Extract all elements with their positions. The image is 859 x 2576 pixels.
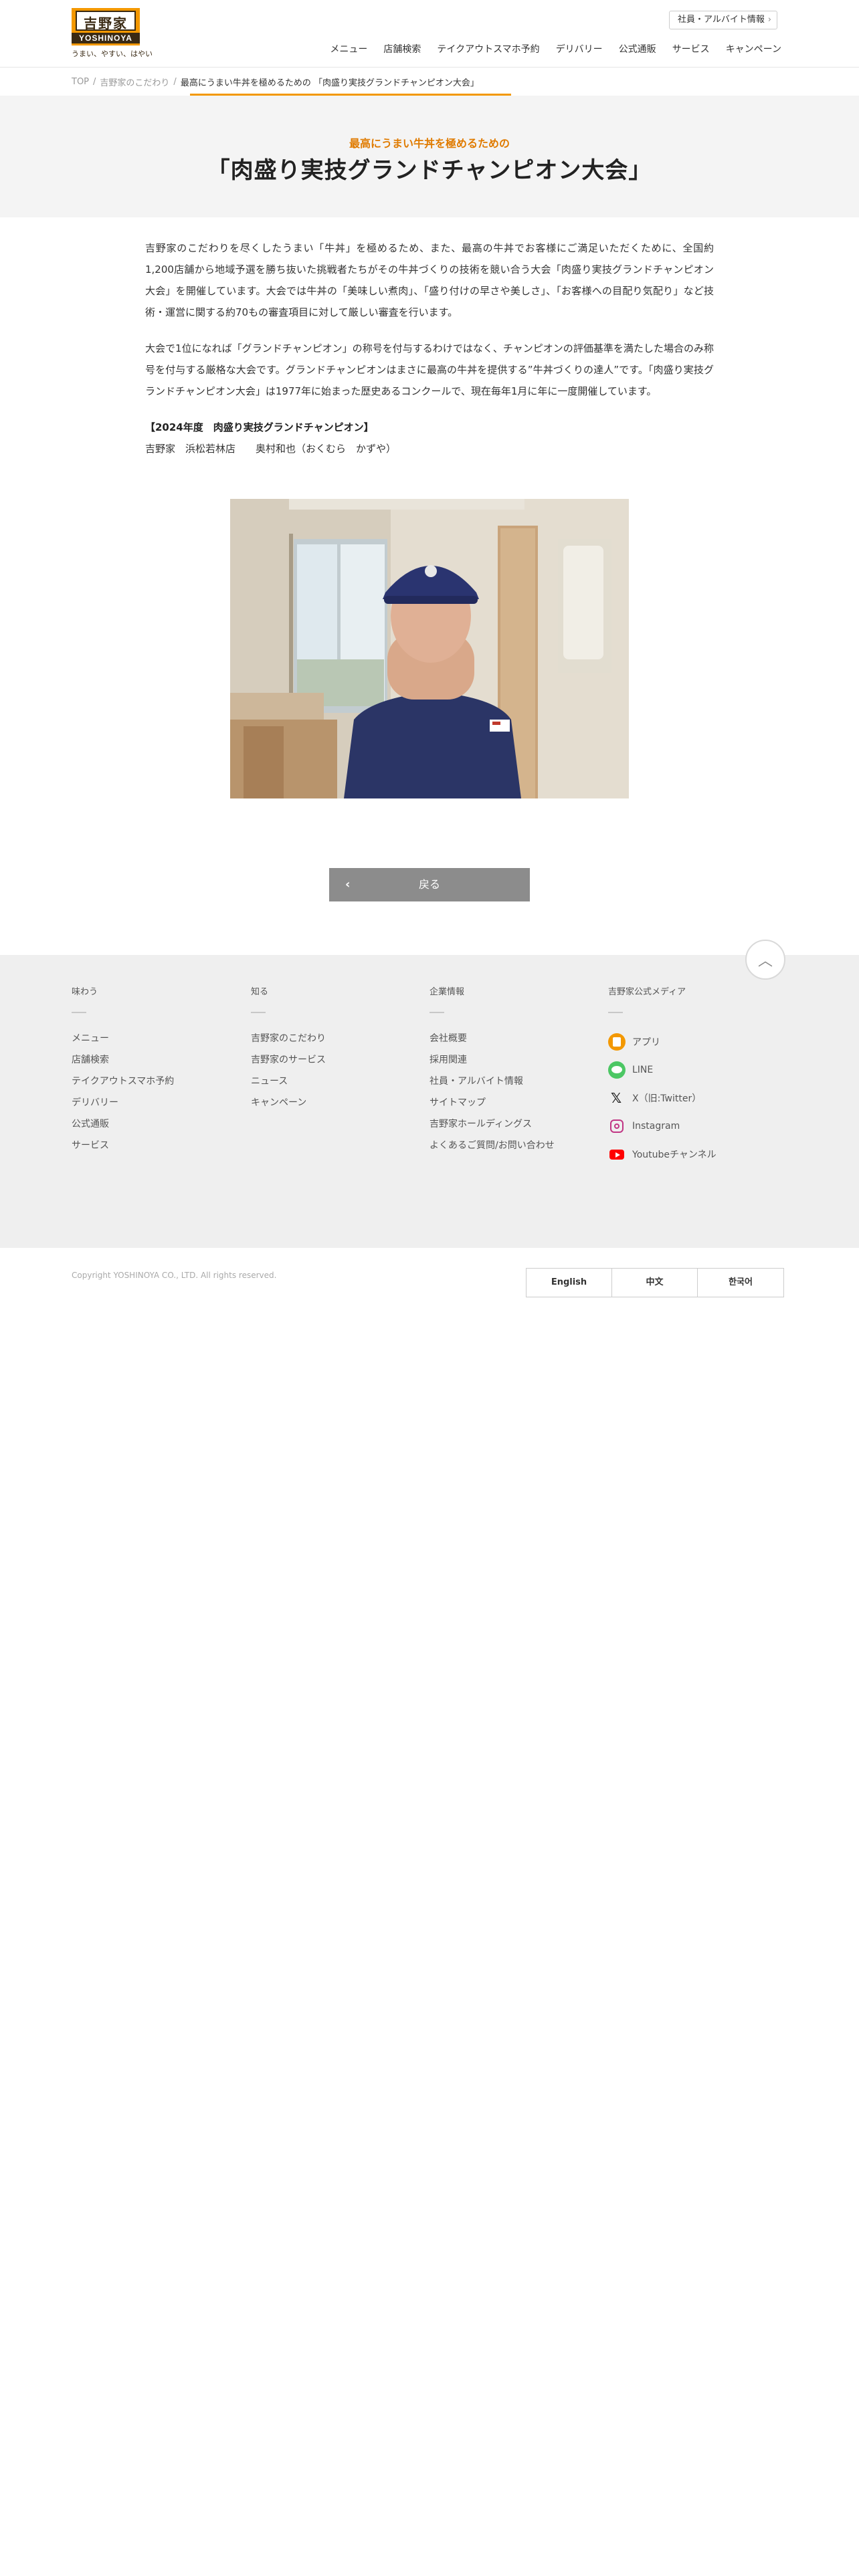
- language-chinese[interactable]: 中文: [612, 1269, 698, 1297]
- footer-link-store-search[interactable]: 店舗検索: [72, 1049, 174, 1071]
- logo-kanji: 吉野家: [84, 15, 128, 31]
- youtube-icon: [608, 1146, 626, 1163]
- yoshinoya-logo[interactable]: 吉野家 YOSHINOYA うまい、やすい、はやい: [72, 8, 153, 60]
- nav-delivery[interactable]: デリバリー: [548, 41, 611, 58]
- footer-link-faq[interactable]: よくあるご質問/お問い合わせ: [430, 1135, 555, 1156]
- logo-badge: 吉野家 YOSHINOYA: [72, 8, 140, 45]
- page-subtitle: 最高にうまい牛丼を極めるための: [349, 137, 510, 150]
- champion-photo: [230, 499, 629, 798]
- nav-menu[interactable]: メニュー: [322, 41, 375, 58]
- footer-link-recruiting[interactable]: 採用関連: [430, 1049, 555, 1071]
- footer-heading-divider: [430, 1012, 444, 1013]
- footer-media-instagram[interactable]: Instagram: [608, 1112, 717, 1140]
- champion-name: 吉野家 浜松若林店 奥村和也（おくむら かずや）: [145, 443, 397, 455]
- recruit-info-label: 社員・アルバイト情報: [678, 15, 765, 25]
- footer-column-heading: 企業情報: [430, 987, 465, 997]
- breadcrumb-separator: /: [173, 76, 177, 87]
- footer-column-know: 知る 吉野家のこだわり 吉野家のサービス ニュース キャンペーン: [251, 984, 326, 1113]
- footer-media-label: Instagram: [632, 1121, 680, 1132]
- footer-heading-divider: [608, 1012, 623, 1013]
- logo-english: YOSHINOYA: [72, 33, 140, 43]
- line-icon: [608, 1061, 626, 1079]
- app-icon: [608, 1033, 626, 1051]
- footer-link-campaign[interactable]: キャンペーン: [251, 1092, 326, 1113]
- breadcrumb-current: 最高にうまい牛丼を極めるための 「肉盛り実技グランドチャンピオン大会」: [180, 78, 479, 88]
- logo-kanji-plate: 吉野家: [76, 11, 136, 31]
- back-button[interactable]: ‹ 戻る: [329, 868, 530, 901]
- page-top-button[interactable]: ︿: [745, 940, 785, 980]
- nav-service[interactable]: サービス: [664, 41, 718, 58]
- footer-column-media: 吉野家公式メディア アプリ LINE 𝕏 X（旧:Twitter） Instag…: [608, 984, 717, 1168]
- footer-media-line[interactable]: LINE: [608, 1056, 717, 1084]
- article-paragraph: 吉野家のこだわりを尽くしたうまい「牛丼」を極めるため、また、最高の牛丼でお客様に…: [145, 242, 714, 318]
- footer-link-services[interactable]: 吉野家のサービス: [251, 1049, 326, 1071]
- footer-media-x[interactable]: 𝕏 X（旧:Twitter）: [608, 1084, 717, 1112]
- x-icon: 𝕏: [611, 1090, 622, 1106]
- chevron-right-icon: ›: [767, 15, 771, 25]
- footer-media-label: アプリ: [632, 1037, 660, 1048]
- footer-link-company-profile[interactable]: 会社概要: [430, 1028, 555, 1049]
- footer-media-label: X（旧:Twitter）: [632, 1093, 702, 1104]
- footer-link-delivery[interactable]: デリバリー: [72, 1092, 174, 1113]
- breadcrumb: TOP / 吉野家のこだわり / 最高にうまい牛丼を極めるための 「肉盛り実技グ…: [72, 70, 479, 94]
- breadcrumb-commitment[interactable]: 吉野家のこだわり: [100, 76, 169, 88]
- site-header: 吉野家 YOSHINOYA うまい、やすい、はやい 社員・アルバイト情報 › メ…: [0, 0, 859, 67]
- breadcrumb-separator: /: [93, 76, 96, 87]
- footer-column-heading: 吉野家公式メディア: [608, 987, 686, 997]
- footer-link-online-shop[interactable]: 公式通販: [72, 1113, 174, 1135]
- article-body: 吉野家のこだわりを尽くしたうまい「牛丼」を極めるため、また、最高の牛丼でお客様に…: [145, 237, 714, 459]
- footer-column-taste: 味わう メニュー 店舗検索 テイクアウトスマホ予約 デリバリー 公式通販 サービ…: [72, 984, 174, 1156]
- language-english[interactable]: English: [527, 1269, 612, 1297]
- footer-link-commitment[interactable]: 吉野家のこだわり: [251, 1028, 326, 1049]
- footer-column-heading: 知る: [251, 987, 269, 997]
- nav-takeout[interactable]: テイクアウトスマホ予約: [429, 41, 547, 58]
- champion-heading: 【2024年度 肉盛り実技グランドチャンピオン】: [145, 421, 374, 433]
- footer-heading-divider: [72, 1012, 86, 1013]
- recruit-info-button[interactable]: 社員・アルバイト情報 ›: [669, 11, 777, 29]
- page-title-band: 最高にうまい牛丼を極めるための 「肉盛り実技グランドチャンピオン大会」: [0, 96, 859, 217]
- footer-link-sitemap[interactable]: サイトマップ: [430, 1092, 555, 1113]
- page-title: 「肉盛り実技グランドチャンピオン大会」: [207, 157, 652, 184]
- nav-online-shop[interactable]: 公式通販: [611, 41, 664, 58]
- nav-campaign[interactable]: キャンペーン: [718, 41, 781, 58]
- header-divider: [0, 67, 859, 68]
- logo-tagline: うまい、やすい、はやい: [72, 49, 153, 58]
- breadcrumb-top[interactable]: TOP: [72, 77, 89, 87]
- article-paragraph: 大会で1位になれば「グランドチャンピオン」の称号を付与するわけではなく、チャンピ…: [145, 342, 714, 397]
- back-button-label: 戻る: [418, 878, 440, 891]
- footer-link-menu[interactable]: メニュー: [72, 1028, 174, 1049]
- chevron-left-icon: ‹: [345, 877, 351, 891]
- footer-link-news[interactable]: ニュース: [251, 1071, 326, 1092]
- footer-media-app[interactable]: アプリ: [608, 1028, 717, 1056]
- copyright: Copyright YOSHINOYA CO., LTD. All rights…: [72, 1271, 277, 1280]
- footer-heading-divider: [251, 1012, 266, 1013]
- footer-link-takeout[interactable]: テイクアウトスマホ予約: [72, 1071, 174, 1092]
- footer-column-company: 企業情報 会社概要 採用関連 社員・アルバイト情報 サイトマップ 吉野家ホールデ…: [430, 984, 555, 1156]
- instagram-icon: [608, 1117, 626, 1135]
- language-korean[interactable]: 한국어: [698, 1269, 783, 1297]
- footer-media-youtube[interactable]: Youtubeチャンネル: [608, 1140, 717, 1168]
- global-nav: メニュー 店舗検索 テイクアウトスマホ予約 デリバリー 公式通販 サービス キャ…: [321, 41, 781, 58]
- footer-column-heading: 味わう: [72, 987, 98, 997]
- nav-store-search[interactable]: 店舗検索: [375, 41, 429, 58]
- footer-link-holdings[interactable]: 吉野家ホールディングス: [430, 1113, 555, 1135]
- footer-link-service[interactable]: サービス: [72, 1135, 174, 1156]
- chevron-up-icon: ︿: [757, 953, 773, 970]
- footer-link-staff-info[interactable]: 社員・アルバイト情報: [430, 1071, 555, 1092]
- footer-media-label: LINE: [632, 1065, 654, 1075]
- language-switcher: English 中文 한국어: [526, 1268, 784, 1297]
- site-footer: 味わう メニュー 店舗検索 テイクアウトスマホ予約 デリバリー 公式通販 サービ…: [0, 955, 859, 1248]
- champion-photo-illustration: [230, 499, 629, 798]
- footer-media-label: Youtubeチャンネル: [632, 1150, 717, 1160]
